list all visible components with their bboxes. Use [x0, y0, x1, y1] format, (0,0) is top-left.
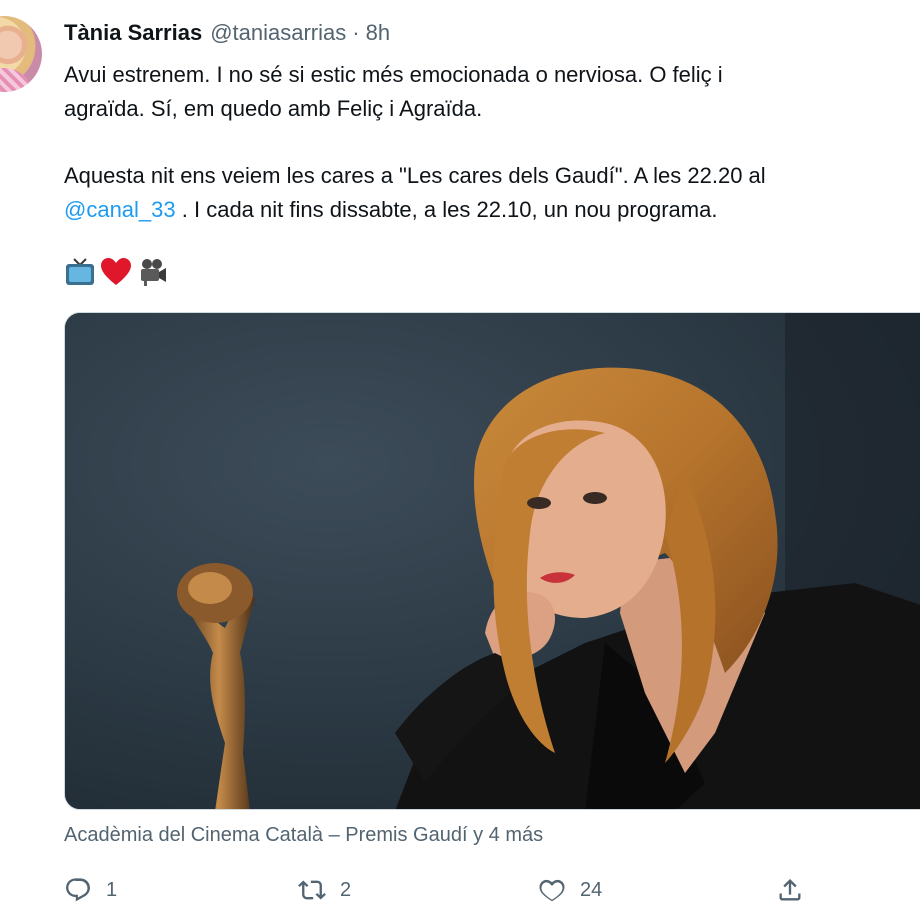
- tweet-text-line-2: agraïda. Sí, em quedo amb Feliç i Agraïd…: [64, 96, 483, 121]
- like-count: 24: [580, 878, 603, 901]
- tweet-text-line-1: Avui estrenem. I no sé si estic més emoc…: [64, 62, 723, 87]
- header-separator: ·: [352, 20, 360, 45]
- tweet-text-line-3: Aquesta nit ens veiem les cares a "Les c…: [64, 163, 766, 188]
- mention-link[interactable]: @canal_33: [64, 197, 176, 222]
- share-icon: [779, 879, 801, 901]
- tweet-header: Tània Sarrias @taniasarrias · 8h: [64, 20, 390, 52]
- like-button[interactable]: 24: [538, 870, 602, 910]
- author-name[interactable]: Tània Sarrias: [64, 20, 202, 46]
- tv-icon: [64, 256, 96, 288]
- emoji-row: [64, 256, 168, 288]
- reply-count: 1: [106, 878, 118, 901]
- media-caption[interactable]: Acadèmia del Cinema Català – Premis Gaud…: [64, 824, 543, 847]
- retweet-button[interactable]: 2: [298, 870, 351, 910]
- reply-icon: [66, 878, 90, 902]
- author-avatar[interactable]: [0, 16, 42, 92]
- tweet-text: Avui estrenem. I no sé si estic més emoc…: [64, 58, 920, 227]
- tweet-photo[interactable]: [64, 312, 920, 810]
- retweet-count: 2: [340, 878, 352, 901]
- author-handle[interactable]: @taniasarrias: [210, 20, 346, 46]
- tweet-timestamp[interactable]: 8h: [366, 20, 390, 46]
- reply-button[interactable]: 1: [64, 870, 117, 910]
- movie-camera-icon: [136, 256, 168, 288]
- red-heart-icon: [100, 256, 132, 288]
- tweet-text-line-4-rest: . I cada nit fins dissabte, a les 22.10,…: [181, 197, 718, 222]
- retweet-icon: [298, 880, 326, 900]
- share-button[interactable]: [776, 870, 804, 910]
- tweet-actions: 1 2 24: [64, 870, 824, 910]
- tweet-text-line-4: @canal_33 . I cada nit fins dissabte, a …: [64, 193, 920, 227]
- heart-icon: [539, 879, 565, 902]
